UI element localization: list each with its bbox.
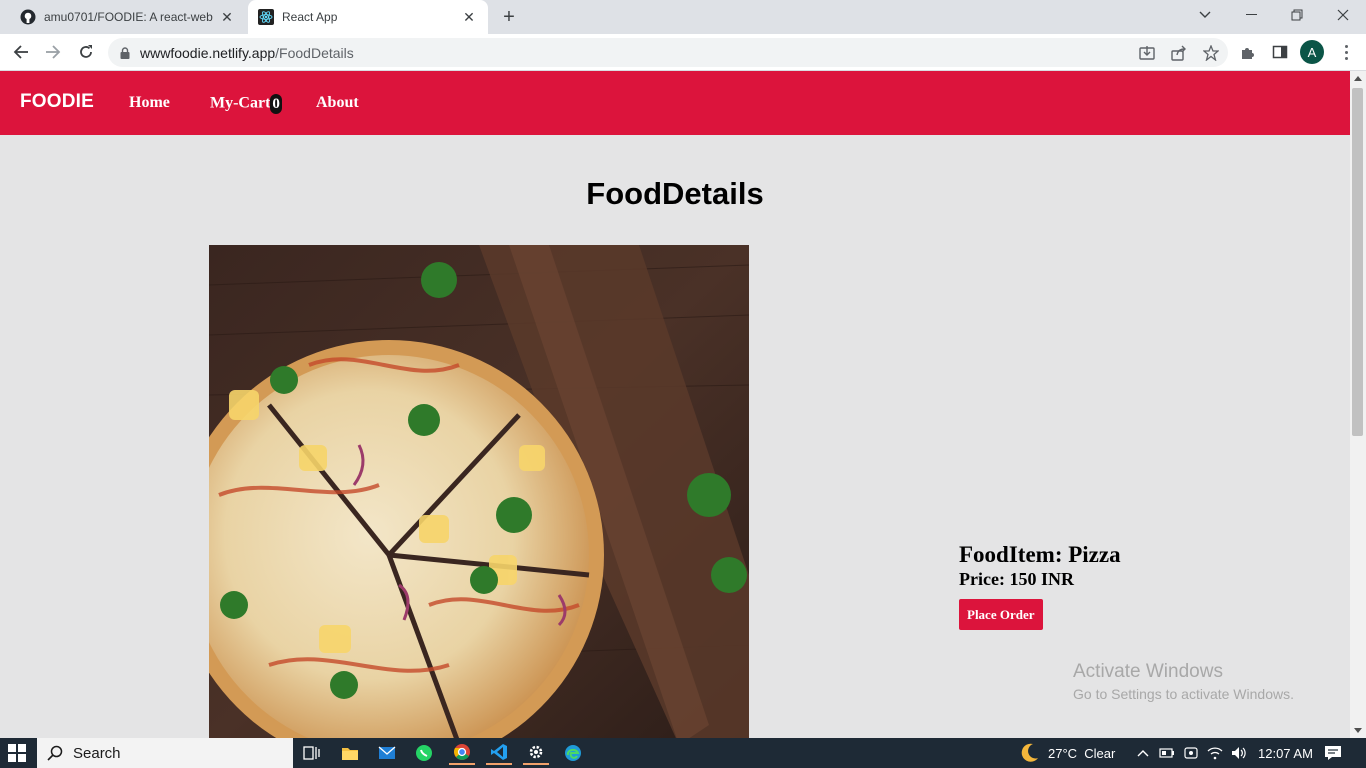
scrollbar-thumb[interactable] (1352, 88, 1363, 436)
page-viewport: FOODIE Home My-Cart0 About FoodDetails (0, 71, 1350, 738)
food-info-panel: FoodItem: Pizza Price: 150 INR Place Ord… (959, 542, 1121, 630)
tab-react-app[interactable]: React App ✕ (248, 0, 488, 34)
chrome-icon[interactable] (449, 741, 475, 765)
settings-gear-icon[interactable] (523, 741, 549, 765)
tab-search-icon[interactable] (1182, 0, 1228, 30)
taskbar-clock[interactable]: 12:07 AM (1258, 738, 1313, 768)
url-path: /FoodDetails (275, 44, 354, 61)
extensions-icon[interactable] (1235, 39, 1261, 65)
taskbar-search-box[interactable]: Search (37, 738, 293, 768)
browser-toolbar: wwwfoodie.netlify.app/FoodDetails A (0, 34, 1366, 71)
page-title: FoodDetails (586, 176, 764, 211)
forward-button[interactable] (40, 39, 66, 65)
mail-icon[interactable] (374, 741, 400, 765)
pizza-image (209, 245, 749, 738)
tab-github[interactable]: amu0701/FOODIE: A react-web a ✕ (8, 0, 246, 34)
scroll-up-arrow-icon[interactable] (1354, 76, 1362, 81)
nav-home[interactable]: Home (129, 94, 170, 112)
profile-avatar[interactable]: A (1300, 40, 1324, 64)
share-icon[interactable] (1170, 44, 1188, 62)
app-navbar: FOODIE Home My-Cart 0 About (0, 71, 1350, 135)
page-scrollbar[interactable] (1350, 71, 1366, 738)
side-panel-icon[interactable] (1267, 39, 1293, 65)
minimize-button[interactable] (1228, 0, 1274, 30)
windows-taskbar: Search 27°C Clear 12:07 AM (0, 738, 1366, 768)
bookmark-star-icon[interactable] (1202, 44, 1220, 62)
meet-now-icon[interactable] (1184, 746, 1198, 760)
url-host: wwwfoodie.netlify.app (140, 44, 276, 61)
search-icon (47, 745, 63, 761)
close-tab-icon[interactable]: ✕ (458, 6, 480, 28)
tab-title: React App (282, 10, 338, 24)
file-explorer-icon[interactable] (337, 741, 363, 765)
whatsapp-icon[interactable] (411, 741, 437, 765)
notifications-icon[interactable] (1324, 738, 1342, 768)
watermark-title: Activate Windows (1073, 661, 1223, 682)
weather-widget[interactable]: 27°C Clear (1018, 738, 1115, 768)
restore-button[interactable] (1274, 0, 1320, 30)
browser-menu-icon[interactable] (1336, 42, 1356, 62)
battery-icon[interactable] (1159, 748, 1175, 758)
back-button[interactable] (8, 39, 34, 65)
windows-start-icon[interactable] (8, 744, 26, 762)
brand-logo[interactable]: FOODIE (20, 91, 94, 113)
chevron-up-icon[interactable] (1137, 749, 1149, 757)
close-window-button[interactable] (1320, 0, 1366, 30)
food-item-name: FoodItem: Pizza (959, 542, 1121, 567)
moon-icon (1018, 742, 1040, 764)
browser-tab-strip: amu0701/FOODIE: A react-web a ✕ React Ap… (0, 0, 1366, 34)
tab-title: amu0701/FOODIE: A react-web a (44, 10, 216, 24)
address-bar[interactable]: wwwfoodie.netlify.app/FoodDetails (108, 38, 1228, 67)
watermark-subtitle: Go to Settings to activate Windows. (1073, 686, 1294, 702)
reload-button[interactable] (73, 39, 99, 65)
new-tab-button[interactable]: + (497, 5, 521, 29)
cart-count-badge: 0 (270, 94, 282, 114)
weather-text: 27°C Clear (1048, 745, 1116, 761)
lock-icon (120, 46, 130, 59)
activate-windows-watermark: Activate Windows Go to Settings to activ… (1073, 661, 1294, 702)
wifi-icon[interactable] (1207, 746, 1223, 760)
nav-cart[interactable]: My-Cart 0 (210, 94, 282, 114)
install-app-icon[interactable] (1138, 44, 1156, 62)
vscode-icon[interactable] (486, 741, 512, 765)
scroll-down-arrow-icon[interactable] (1354, 728, 1362, 733)
nav-about[interactable]: About (316, 94, 359, 112)
food-price: Price: 150 INR (959, 569, 1074, 589)
react-icon (258, 9, 274, 25)
volume-icon[interactable] (1231, 746, 1247, 760)
edge-icon[interactable] (560, 741, 586, 765)
system-tray-icons (1137, 738, 1247, 768)
close-tab-icon[interactable]: ✕ (216, 6, 238, 28)
task-view-icon[interactable] (299, 741, 325, 765)
search-placeholder: Search (73, 744, 121, 762)
nav-cart-label: My-Cart (210, 94, 271, 112)
github-icon (20, 9, 36, 25)
place-order-button[interactable]: Place Order (959, 599, 1043, 630)
